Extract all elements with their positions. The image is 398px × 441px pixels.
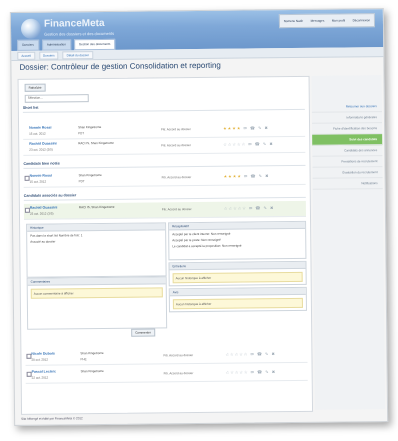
- opinion-panel: Avis Aucun historique à afficher: [168, 286, 307, 313]
- summary-panel: Récapitulatif Accepté par le client inte…: [168, 220, 307, 261]
- table-row[interactable]: Rachid Ouassini 23 oct. 2012 (3/5) RACI …: [23, 136, 306, 156]
- table-row[interactable]: Rachid Ouassini 23 oct. 2012 (3/5) RACI …: [23, 200, 307, 220]
- row-actions[interactable]: ☆☆☆☆☆ ✉ ☎ ✎ ✖: [223, 141, 273, 147]
- brand-name: FinanceMeta: [43, 17, 105, 30]
- logout-link[interactable]: Déconnexion: [353, 18, 371, 22]
- candidate-tag: PDT: [78, 179, 85, 184]
- divider: [23, 164, 306, 169]
- divider: [22, 108, 305, 113]
- table-row[interactable]: Pascal Leclerc 22 oct. 2012 Shan Kingetr…: [25, 364, 308, 384]
- sidebar-item-general-info[interactable]: Informations générales: [311, 112, 383, 124]
- sidebar-item-back[interactable]: Retourner aux dossiers: [311, 101, 382, 113]
- section-candidates-associated: Candidats associés au dossier: [23, 193, 77, 198]
- brand-tagline: Gestion des dossiers et des documents: [44, 30, 115, 37]
- footer-text: Site hébergé et édité par FinanceMeta © …: [21, 416, 83, 421]
- candidate-status: Fitr. Accord au dossier: [161, 127, 191, 132]
- comments-empty-note: Aucun commentaire à afficher: [30, 287, 163, 299]
- interviews-header: Entretiens: [169, 261, 306, 271]
- history-item: Associé au dossier: [30, 239, 56, 244]
- page-title: Dossier: Contrôleur de gestion Consolida…: [19, 60, 221, 72]
- divider: [23, 196, 306, 201]
- crumb-detail[interactable]: Détail du dossier: [62, 50, 94, 59]
- row-actions[interactable]: ★★★★ ✉ ☎ ✎ ✖: [224, 173, 270, 178]
- table-row[interactable]: Nonnie Rossi 15 oct. 2012 Shan Kingetrom…: [23, 168, 306, 188]
- nav-tab-administration[interactable]: Administration: [41, 39, 71, 51]
- interviews-panel: Entretiens Aucun historique à afficher: [168, 260, 307, 287]
- rating-stars-icon[interactable]: ★★★★: [223, 126, 241, 131]
- candidate-name[interactable]: Pascal Leclerc: [32, 370, 56, 374]
- candidate-name[interactable]: Rachid Ouassini: [30, 205, 57, 209]
- user-box: Nomenu Nadir Messages Mon profil Déconne…: [278, 13, 376, 29]
- candidate-date: 22 oct. 2012: [31, 375, 49, 380]
- sidebar: Retourner aux dossiers Informations géné…: [311, 75, 386, 410]
- candidate-status: Fitr. Accord au dossier: [161, 143, 191, 148]
- candidate-status: Fitr. Accord au dossier: [161, 175, 192, 180]
- candidate-manager: RACI IS, Shan Kingetrome: [78, 140, 114, 146]
- candidate-status: Fitr. Accord au dossier: [161, 207, 192, 212]
- nav-tab-dossiers[interactable]: Dossiers: [17, 39, 39, 51]
- candidate-name[interactable]: Rachid Ouassini: [29, 141, 56, 145]
- candidate-manager: Shan Kingetrome: [78, 125, 102, 130]
- candidate-status: Fitr. Accord au dossier: [163, 371, 194, 376]
- nav-tab-documents[interactable]: Gestion des documents: [73, 38, 116, 51]
- crumb-home[interactable]: Accueil: [17, 51, 36, 60]
- messages-link[interactable]: Messages: [311, 19, 325, 23]
- user-name[interactable]: Nomenu Nadir: [284, 19, 303, 23]
- row-actions[interactable]: ☆☆☆☆☆ ✉ ☎ ✎ ✖: [224, 205, 274, 211]
- section-short-list: Short list: [22, 105, 39, 110]
- crumb-dossiers[interactable]: Dossiers: [38, 50, 59, 60]
- sidebar-item-ads[interactable]: Candidats des annonces: [312, 145, 383, 157]
- row-actions[interactable]: ☆☆☆☆☆ ✉ ☎ ✎ ✖: [225, 351, 275, 357]
- candidate-name[interactable]: Nonnie Rossi: [29, 126, 51, 130]
- comments-header: Commentaires: [27, 277, 166, 286]
- candidate-manager: Shan Kingetrome: [80, 369, 104, 374]
- opinion-empty-note: Aucun historique à afficher: [172, 297, 303, 310]
- header-bar: FinanceMeta Gestion des dossiers et des …: [10, 9, 384, 51]
- sidebar-item-notifications[interactable]: Notifications: [312, 178, 383, 190]
- candidate-date: 23 oct. 2012 (3/5): [29, 147, 53, 152]
- summary-header: Récapitulatif: [169, 221, 306, 231]
- candidate-name[interactable]: Nicole Dubois: [31, 352, 54, 356]
- row-actions[interactable]: ★★★★ ✉ ☎ ✎ ✖: [223, 125, 269, 130]
- brand-logo: [20, 18, 42, 39]
- candidate-manager: RACI IS, Shan Kingetrome: [78, 204, 115, 210]
- summary-item: Le candidat a accepté la proposition: No…: [172, 243, 242, 249]
- comments-panel: Commentaires Aucun commentaire à affiche…: [26, 276, 168, 330]
- sidebar-item-candidates[interactable]: Suivi des candidats: [312, 134, 383, 146]
- candidate-name[interactable]: Nonnie Rossi: [30, 174, 52, 178]
- table-row[interactable]: Nicole Dubois 20 oct. 2012 Shan Kingetro…: [25, 346, 308, 366]
- history-header: Historique: [27, 223, 166, 232]
- sidebar-item-needs[interactable]: Fiche d'identification des besoins: [312, 123, 383, 135]
- section-candidates-noted: Candidats bien notés: [23, 161, 60, 166]
- profile-link[interactable]: Mon profil: [332, 18, 345, 22]
- candidate-tag: PHE: [80, 357, 87, 362]
- candidate-tag: PDT: [78, 131, 85, 136]
- refresh-button[interactable]: Rafraîchir: [24, 83, 46, 92]
- selection-dropdown[interactable]: Sélection...: [24, 94, 89, 103]
- summary-item: Accepté par le poste: Non renseigné: [172, 237, 221, 243]
- interviews-empty-note: Aucun historique à afficher: [172, 271, 303, 284]
- candidate-date: 23 oct. 2012 (3/5): [29, 211, 54, 216]
- candidate-date: 15 oct. 2012: [29, 131, 46, 136]
- history-item: Pas dans la short list Nombre de fois: 1: [30, 233, 83, 238]
- sidebar-item-evaluation[interactable]: Évaluation du recrutement: [312, 167, 383, 179]
- comment-button[interactable]: Commenter: [131, 328, 155, 337]
- candidate-manager: Shan Kingetrome: [78, 173, 102, 178]
- candidate-date: 15 oct. 2012: [29, 179, 47, 184]
- history-panel: Historique Pas dans la short list Nombre…: [26, 222, 167, 278]
- rating-stars-icon[interactable]: ★★★★: [224, 174, 242, 179]
- candidate-status: Fitr. Accord au dossier: [163, 353, 194, 358]
- main-content: Rafraîchir Sélection... Short list Nonni…: [17, 75, 314, 415]
- sidebar-item-services[interactable]: Prestations de recrutement: [312, 156, 383, 168]
- row-actions[interactable]: ☆☆☆☆☆ ✉ ☎ ✎ ✖: [226, 369, 276, 375]
- candidate-manager: Shan Kingetrome: [80, 351, 104, 356]
- candidate-date: 20 oct. 2012: [31, 357, 49, 362]
- opinion-header: Avis: [169, 287, 306, 297]
- app-window: FinanceMeta Gestion des dossiers et des …: [9, 8, 389, 426]
- summary-item: Accepté par le client interne: Non rense…: [172, 231, 231, 237]
